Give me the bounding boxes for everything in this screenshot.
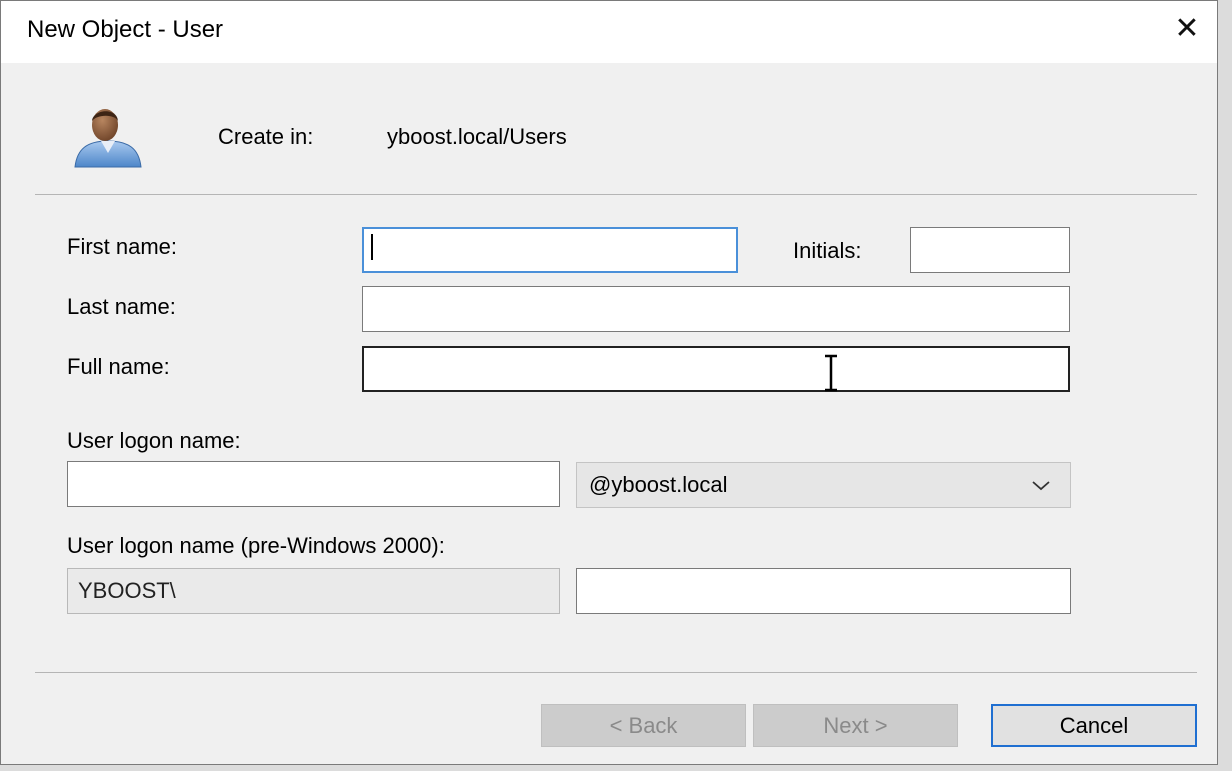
upn-suffix-value: @yboost.local — [589, 472, 728, 497]
back-button[interactable]: < Back — [541, 704, 746, 747]
new-object-user-dialog: New Object - User ✕ Create in: yboost.lo… — [0, 0, 1218, 765]
create-in-path: yboost.local/Users — [387, 124, 567, 149]
close-icon[interactable]: ✕ — [1165, 9, 1209, 49]
pre2000-logon-label: User logon name (pre-Windows 2000): — [67, 533, 445, 558]
full-name-label: Full name: — [67, 354, 170, 379]
create-in-label: Create in: — [218, 124, 314, 149]
text-caret — [371, 234, 373, 260]
first-name-field[interactable] — [362, 227, 738, 273]
full-name-field[interactable] — [362, 346, 1070, 392]
chevron-down-icon — [1032, 481, 1050, 491]
next-button[interactable]: Next > — [753, 704, 958, 747]
upn-suffix-dropdown[interactable]: @yboost.local — [576, 462, 1071, 508]
initials-label: Initials: — [793, 238, 862, 263]
last-name-label: Last name: — [67, 294, 176, 319]
cancel-button[interactable]: Cancel — [991, 704, 1197, 747]
text-cursor-icon — [825, 354, 837, 392]
user-icon — [74, 109, 142, 168]
pre2000-domain-field — [67, 568, 560, 614]
first-name-label: First name: — [67, 234, 178, 259]
last-name-field[interactable] — [362, 286, 1070, 332]
window-title: New Object - User — [27, 16, 224, 43]
header-separator — [35, 194, 1197, 195]
footer-separator — [35, 672, 1197, 673]
pre2000-logon-field[interactable] — [576, 568, 1071, 614]
logon-name-field[interactable] — [67, 461, 560, 507]
title-bar: New Object - User ✕ — [1, 1, 1217, 63]
logon-name-label: User logon name: — [67, 428, 241, 453]
initials-field[interactable] — [910, 227, 1070, 273]
